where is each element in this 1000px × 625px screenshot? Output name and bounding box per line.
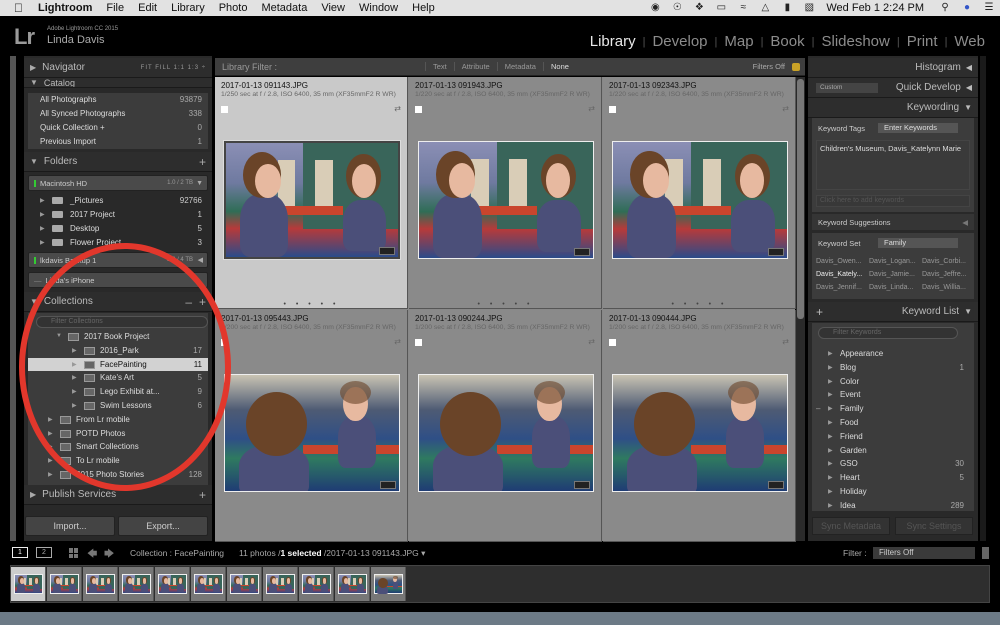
red-annotation-circle: [19, 243, 231, 491]
annotation-overlay: [19, 243, 231, 491]
